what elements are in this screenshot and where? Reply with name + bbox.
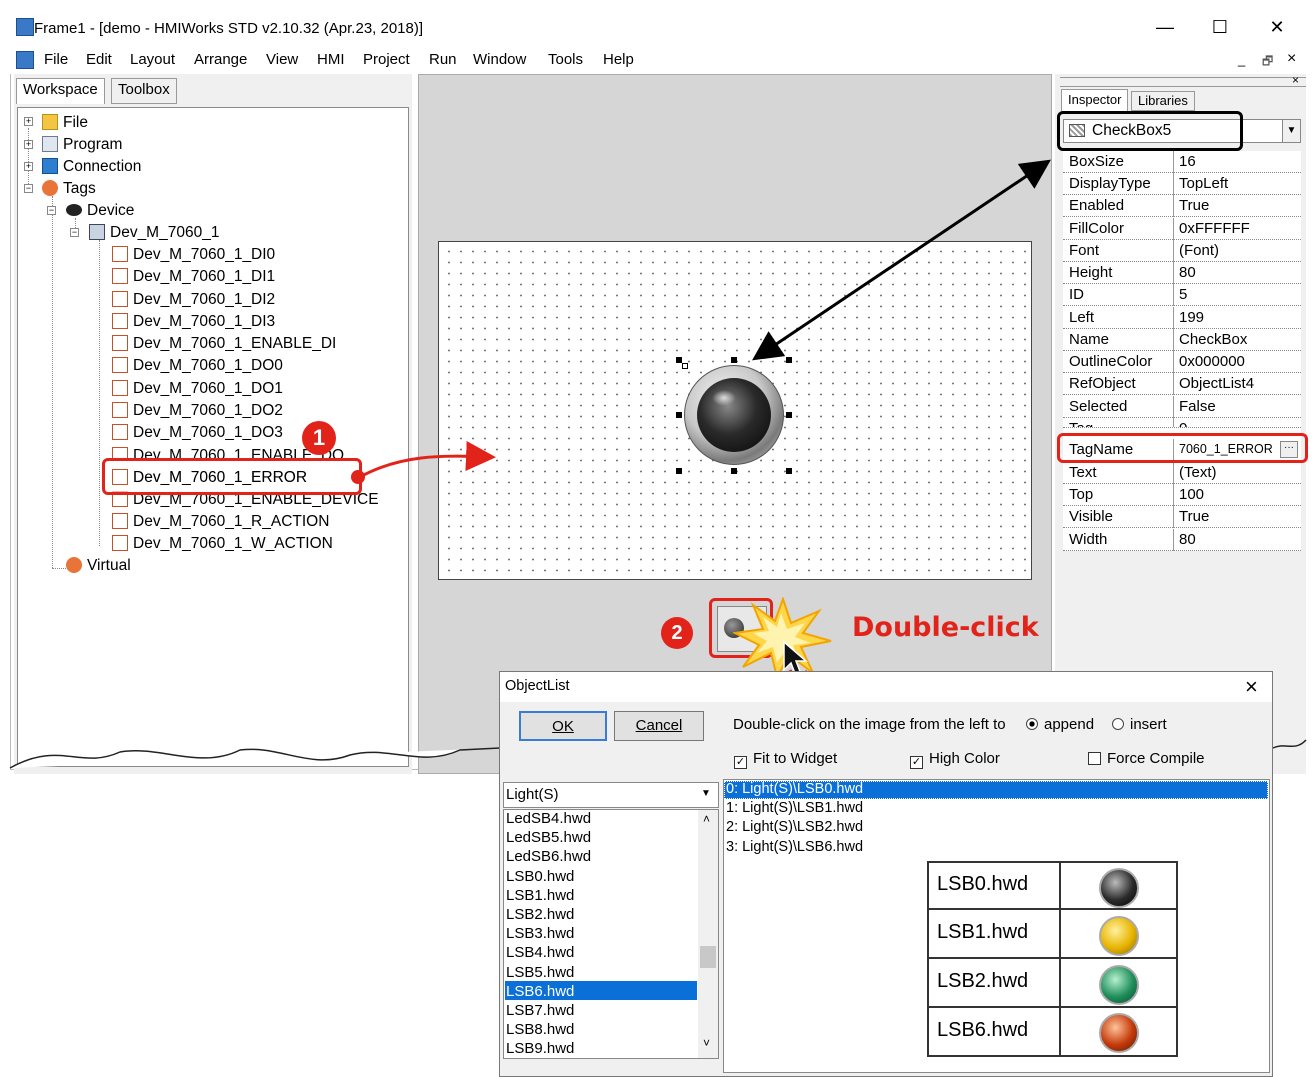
object-item-selected[interactable]: 0: Light(S)\LSB0.hwd [726,780,863,799]
category-value: Light(S) [506,786,559,803]
insert-radio[interactable]: insert [1112,716,1167,733]
file-item[interactable]: LSB0.hwd [506,867,696,886]
file-item[interactable]: LSB1.hwd [506,886,696,905]
tag-drag-arrow [359,441,496,479]
file-item[interactable]: LSB3.hwd [506,924,696,943]
step-1-badge: 1 [302,421,336,455]
fit-to-widget-checkbox[interactable]: ✓ Fit to Widget [734,750,837,769]
drag-start-dot [351,470,365,484]
file-item[interactable]: LSB2.hwd [506,905,696,924]
high-color-checkbox[interactable]: ✓ High Color [910,750,1000,769]
instruction-text: Double-click on the image from the left … [733,716,1006,733]
chevron-up-icon[interactable]: ˄ [703,812,710,826]
legend-name: LSB1.hwd [937,921,1029,943]
scroll-thumb[interactable] [700,946,716,968]
light-sample-green [1099,965,1139,1005]
legend-name: LSB6.hwd [937,1019,1029,1041]
dialog-title: ObjectList [505,678,570,694]
selection-link-arrow [752,159,1051,361]
light-sample-yellow [1099,916,1139,956]
dialog-close-button[interactable]: × [1245,674,1258,700]
file-item[interactable]: LedSB5.hwd [506,828,696,847]
force-compile-checkbox[interactable]: Force Compile [1088,750,1205,767]
chevron-down-icon[interactable]: ▼ [701,788,711,799]
legend-name: LSB2.hwd [937,970,1029,992]
file-item[interactable]: LSB8.hwd [506,1020,696,1039]
object-items: 0: Light(S)\LSB0.hwd 1: Light(S)\LSB1.hw… [726,780,863,857]
step-2-badge: 2 [661,617,693,649]
file-item[interactable]: LSB7.hwd [506,1001,696,1020]
file-item[interactable]: LedSB4.hwd [506,809,696,828]
torn-edge [9,747,501,769]
object-item[interactable]: 3: Light(S)\LSB6.hwd [726,838,863,857]
file-item[interactable]: LSB9.hwd [506,1039,696,1057]
append-radio[interactable]: append [1026,716,1094,733]
object-item[interactable]: 1: Light(S)\LSB1.hwd [726,799,863,818]
cancel-button[interactable]: Cancel [614,711,704,741]
dialog-titlebar [500,672,1272,702]
file-item-selected[interactable]: LSB6.hwd [506,982,696,1001]
legend-name: LSB0.hwd [937,873,1029,895]
ok-button[interactable]: OK [519,711,607,741]
file-item[interactable]: LSB4.hwd [506,943,696,962]
file-item[interactable]: LSB5.hwd [506,963,696,982]
light-sample-orange [1099,1013,1139,1053]
double-click-label: Double-click [852,612,1039,643]
file-list-scrollbar[interactable] [698,810,718,1058]
chevron-down-icon[interactable]: ˅ [703,1036,710,1050]
light-sample-black [1099,868,1139,908]
file-items: LedSB4.hwd LedSB5.hwd LedSB6.hwd LSB0.hw… [506,809,696,1057]
file-item[interactable]: LedSB6.hwd [506,847,696,866]
object-item[interactable]: 2: Light(S)\LSB2.hwd [726,818,863,837]
